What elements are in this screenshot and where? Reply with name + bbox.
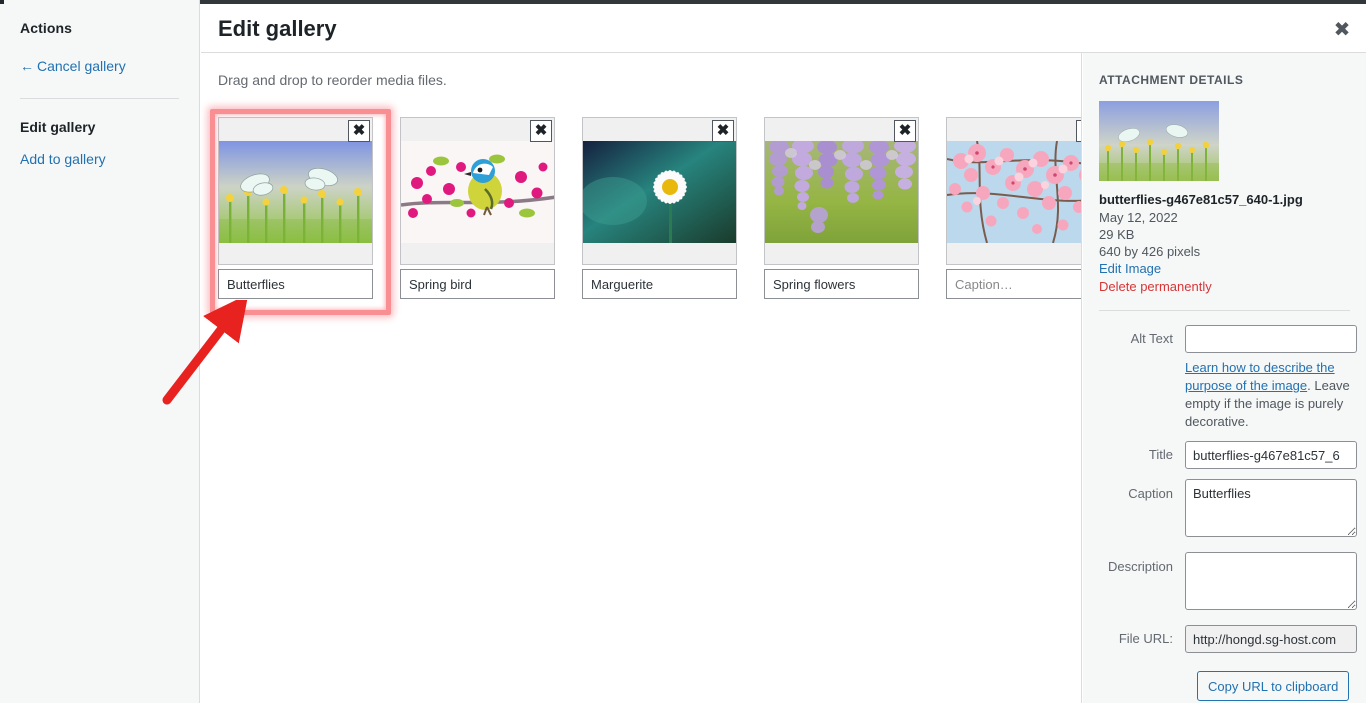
alt-text-help: Learn how to describe the purpose of the…	[1185, 359, 1357, 431]
thumbnail-caption-input[interactable]	[400, 269, 555, 299]
alt-text-label: Alt Text	[1130, 331, 1173, 346]
gallery-thumbnail[interactable]: ✖	[582, 117, 737, 299]
thumbnail-frame[interactable]: ✖	[400, 117, 555, 265]
gallery-thumbnail[interactable]: ✖	[946, 117, 1081, 299]
thumbnail-caption-input[interactable]	[218, 269, 373, 299]
attachment-details-heading: ATTACHMENT DETAILS	[1099, 73, 1244, 87]
attachment-dimensions: 640 by 426 pixels	[1099, 244, 1201, 259]
file-url-input[interactable]	[1185, 625, 1357, 653]
description-textarea[interactable]	[1185, 552, 1357, 610]
caption-label: Caption	[1128, 486, 1173, 501]
title-row: Title	[1099, 441, 1357, 469]
thumbnail-caption-input[interactable]	[582, 269, 737, 299]
edit-image-link[interactable]: Edit Image	[1099, 260, 1350, 278]
attachment-filename: butterflies-g467e81c57_640-1.jpg	[1099, 192, 1303, 207]
remove-from-gallery-icon[interactable]: ✖	[712, 120, 734, 142]
thumbnail-image	[401, 141, 554, 243]
drag-hint-text: Drag and drop to reorder media files.	[218, 72, 447, 88]
cancel-gallery-link[interactable]: ← Cancel gallery	[20, 56, 179, 76]
title-input[interactable]	[1185, 441, 1357, 469]
attachment-date: May 12, 2022	[1099, 210, 1178, 225]
file-url-row: File URL:	[1099, 625, 1357, 653]
thumbnail-image	[219, 141, 372, 243]
actions-heading: Actions	[20, 20, 73, 36]
add-to-gallery-link[interactable]: Add to gallery	[20, 149, 179, 169]
thumbnail-caption-input[interactable]	[946, 269, 1081, 299]
caption-row: Caption	[1099, 479, 1357, 542]
alt-text-input[interactable]	[1185, 325, 1357, 353]
edit-gallery-modal: Actions ← Cancel gallery Edit gallery Add…	[0, 0, 1366, 703]
remove-from-gallery-icon[interactable]: ✖	[348, 120, 370, 142]
thumbnail-caption-input[interactable]	[764, 269, 919, 299]
thumbnail-frame[interactable]: ✖	[582, 117, 737, 265]
thumbnail-frame[interactable]: ✖	[218, 117, 373, 265]
cancel-gallery-label: Cancel gallery	[37, 58, 126, 74]
details-divider	[1099, 310, 1350, 311]
gallery-pane: Drag and drop to reorder media files. ✖ …	[201, 53, 1082, 703]
sidebar-divider	[20, 98, 179, 99]
caption-textarea[interactable]	[1185, 479, 1357, 537]
title-label: Title	[1148, 447, 1173, 462]
edit-gallery-heading: Edit gallery	[20, 119, 96, 135]
gallery-actions-sidebar: Actions ← Cancel gallery Edit gallery Add…	[0, 4, 200, 703]
gallery-thumbnail-list: ✖ ✖	[210, 109, 1081, 315]
remove-from-gallery-icon[interactable]: ✖	[894, 120, 916, 142]
thumbnail-frame[interactable]: ✖	[946, 117, 1081, 265]
thumbnail-frame[interactable]: ✖	[764, 117, 919, 265]
page-title: Edit gallery	[218, 16, 337, 41]
modal-header: Edit gallery ✖	[201, 4, 1366, 53]
thumbnail-image	[947, 140, 1081, 244]
attachment-preview-image	[1099, 101, 1219, 181]
gallery-thumbnail[interactable]: ✖	[764, 117, 919, 299]
copy-url-button[interactable]: Copy URL to clipboard	[1197, 671, 1350, 701]
description-row: Description	[1099, 552, 1357, 615]
alt-text-row: Alt Text Learn how to describe the purpo…	[1099, 325, 1357, 431]
delete-permanently-link[interactable]: Delete permanently	[1099, 278, 1350, 296]
gallery-thumbnail[interactable]: ✖	[400, 117, 555, 299]
description-label: Description	[1107, 559, 1173, 574]
thumbnail-image	[583, 141, 736, 243]
remove-from-gallery-icon[interactable]: ✖	[530, 120, 552, 142]
gallery-thumbnail[interactable]: ✖	[210, 109, 391, 315]
attachment-details-panel: ATTACHMENT DETAILS butterflies-g467e81c5…	[1083, 53, 1366, 703]
attachment-filesize: 29 KB	[1099, 227, 1135, 242]
file-url-label: File URL:	[1118, 631, 1173, 646]
arrow-left-icon: ←	[20, 58, 34, 74]
thumbnail-image	[765, 138, 918, 243]
remove-from-gallery-icon[interactable]: ✖	[1076, 120, 1081, 142]
close-icon[interactable]: ✖	[1324, 12, 1360, 48]
